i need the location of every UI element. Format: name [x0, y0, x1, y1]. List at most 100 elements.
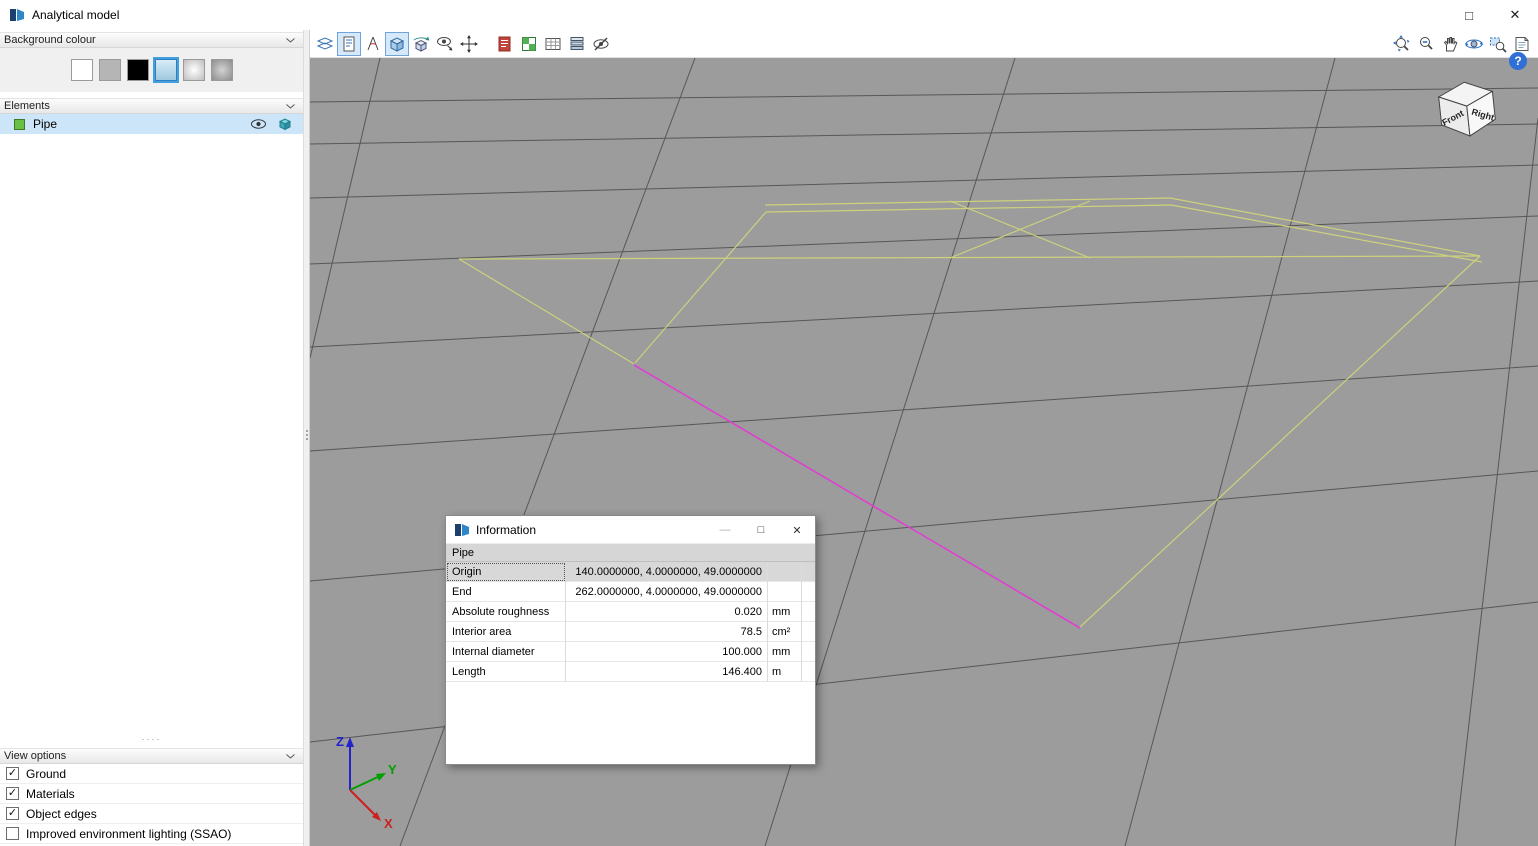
background-colour-header[interactable]: Background colour — [0, 32, 303, 48]
layer-stack-icon — [570, 36, 584, 50]
property-unit: mm — [768, 601, 802, 622]
x-axis-label: X — [384, 816, 393, 830]
swatch-grey-gradient[interactable] — [182, 59, 205, 81]
report-icon — [498, 36, 511, 51]
property-unit — [768, 581, 802, 602]
drawing-sheet-icon — [343, 36, 355, 51]
property-label[interactable]: Interior area — [446, 621, 566, 642]
swatch-white[interactable] — [70, 59, 93, 81]
ground-checkbox[interactable]: ✓ — [6, 767, 19, 780]
clip-planes-button[interactable] — [313, 32, 337, 56]
app-icon — [9, 7, 25, 26]
table-row-end[interactable]: End 262.0000000, 4.0000000, 49.0000000 — [446, 581, 815, 602]
element-color-swatch[interactable] — [14, 118, 25, 130]
visibility-eye-icon[interactable] — [250, 117, 267, 131]
visibility-cursor-icon — [437, 36, 453, 50]
hide-elements-button[interactable] — [589, 32, 613, 56]
dialog-title: Information — [476, 523, 537, 537]
y-axis-label: Y — [388, 762, 397, 777]
orbit-button[interactable] — [1462, 32, 1486, 56]
z-axis-label: Z — [336, 734, 344, 749]
property-label[interactable]: Length — [446, 661, 566, 682]
materials-checkbox[interactable]: ✓ — [6, 787, 19, 800]
property-unit: cm² — [768, 621, 802, 642]
swatch-grey[interactable] — [98, 59, 121, 81]
window-title: Analytical model — [32, 8, 120, 22]
object-edges-checkbox[interactable]: ✓ — [6, 807, 19, 820]
property-value: 100.000 — [566, 641, 768, 662]
visibility-cursor-button[interactable] — [433, 32, 457, 56]
option-label: Improved environment lighting (SSAO) — [26, 826, 232, 841]
zoom-out-icon — [1420, 36, 1433, 50]
panel-splitter[interactable] — [303, 30, 310, 846]
zoom-extents-button[interactable] — [1390, 32, 1414, 56]
property-value: 140.0000000, 4.0000000, 49.0000000 — [566, 561, 768, 582]
move-icon — [460, 34, 478, 53]
elements-title: Elements — [4, 100, 50, 112]
property-label[interactable]: Absolute roughness — [446, 601, 566, 622]
property-label[interactable]: Origin — [446, 561, 566, 582]
close-button[interactable]: ✕ — [1492, 0, 1538, 30]
property-label[interactable]: End — [446, 581, 566, 602]
swatch-dark-gradient[interactable] — [210, 59, 233, 81]
view-options-title: View options — [4, 750, 67, 762]
report-button[interactable] — [493, 32, 517, 56]
option-ssao[interactable]: Improved environment lighting (SSAO) — [0, 824, 303, 844]
materials-view-button[interactable] — [517, 32, 541, 56]
zoom-window-button[interactable] — [1486, 32, 1510, 56]
ssao-checkbox[interactable] — [6, 827, 19, 840]
axes-triad: Z Y X — [336, 734, 397, 830]
maximize-button[interactable]: □ — [1446, 0, 1492, 30]
zoom-window-icon — [1490, 37, 1507, 53]
property-unit: mm — [768, 641, 802, 662]
element-label: Pipe — [33, 117, 58, 131]
option-materials[interactable]: ✓ Materials — [0, 784, 303, 804]
drawing-sheet-button[interactable] — [337, 31, 361, 56]
swatch-light-blue[interactable] — [152, 57, 179, 83]
property-value: 78.5 — [566, 621, 768, 642]
swatch-black[interactable] — [126, 59, 149, 81]
information-dialog-titlebar[interactable]: Information — □ ✕ — [446, 516, 815, 544]
table-row-internal-diameter[interactable]: Internal diameter 100.000 mm — [446, 641, 815, 662]
property-value: 146.400 — [566, 661, 768, 682]
view-cube[interactable]: Front Right — [1424, 64, 1512, 152]
clip-planes-icon — [316, 36, 334, 50]
materials-icon — [522, 36, 536, 51]
element-row-pipe[interactable]: Pipe — [0, 114, 303, 134]
dialog-minimize-button[interactable]: — — [707, 516, 743, 544]
dialog-close-button[interactable]: ✕ — [779, 516, 815, 544]
viewport-toolbar — [310, 30, 1538, 58]
zoom-out-button[interactable] — [1414, 32, 1438, 56]
option-label: Ground — [26, 766, 67, 781]
help-icon[interactable]: ? — [1509, 52, 1527, 70]
property-label[interactable]: Internal diameter — [446, 641, 566, 662]
measure-angle-button[interactable] — [361, 32, 385, 56]
horizontal-splitter[interactable]: ···· — [0, 734, 303, 744]
background-swatches — [0, 48, 303, 92]
layer-stack-button[interactable] — [565, 32, 589, 56]
pan-hand-button[interactable] — [1438, 32, 1462, 56]
chevron-down-icon — [286, 753, 295, 759]
shaded-cube-icon — [389, 36, 405, 52]
table-row-interior-area[interactable]: Interior area 78.5 cm² — [446, 621, 815, 642]
guide-book-icon — [1515, 36, 1529, 51]
background-colour-title: Background colour — [4, 34, 96, 46]
element-properties-cube-icon[interactable] — [277, 116, 293, 132]
dialog-maximize-button[interactable]: □ — [743, 516, 779, 544]
table-row-origin[interactable]: Origin 140.0000000, 4.0000000, 49.000000… — [446, 561, 815, 582]
main-titlebar[interactable]: Analytical model □ ✕ — [0, 0, 1538, 30]
property-unit — [768, 561, 802, 582]
view-options-header[interactable]: View options — [0, 748, 303, 764]
left-panel: Background colour Elements Pipe ···· Vie… — [0, 30, 303, 846]
move-tool-button[interactable] — [457, 32, 481, 56]
option-object-edges[interactable]: ✓ Object edges — [0, 804, 303, 824]
option-ground[interactable]: ✓ Ground — [0, 764, 303, 784]
orbit-cube-button[interactable] — [409, 32, 433, 56]
elements-header[interactable]: Elements — [0, 98, 303, 114]
table-row-absolute-roughness[interactable]: Absolute roughness 0.020 mm — [446, 601, 815, 622]
table-row-length[interactable]: Length 146.400 m — [446, 661, 815, 682]
shaded-view-button[interactable] — [385, 31, 409, 56]
property-unit: m — [768, 661, 802, 682]
data-table-button[interactable] — [541, 32, 565, 56]
zoom-extents-icon — [1393, 34, 1410, 51]
